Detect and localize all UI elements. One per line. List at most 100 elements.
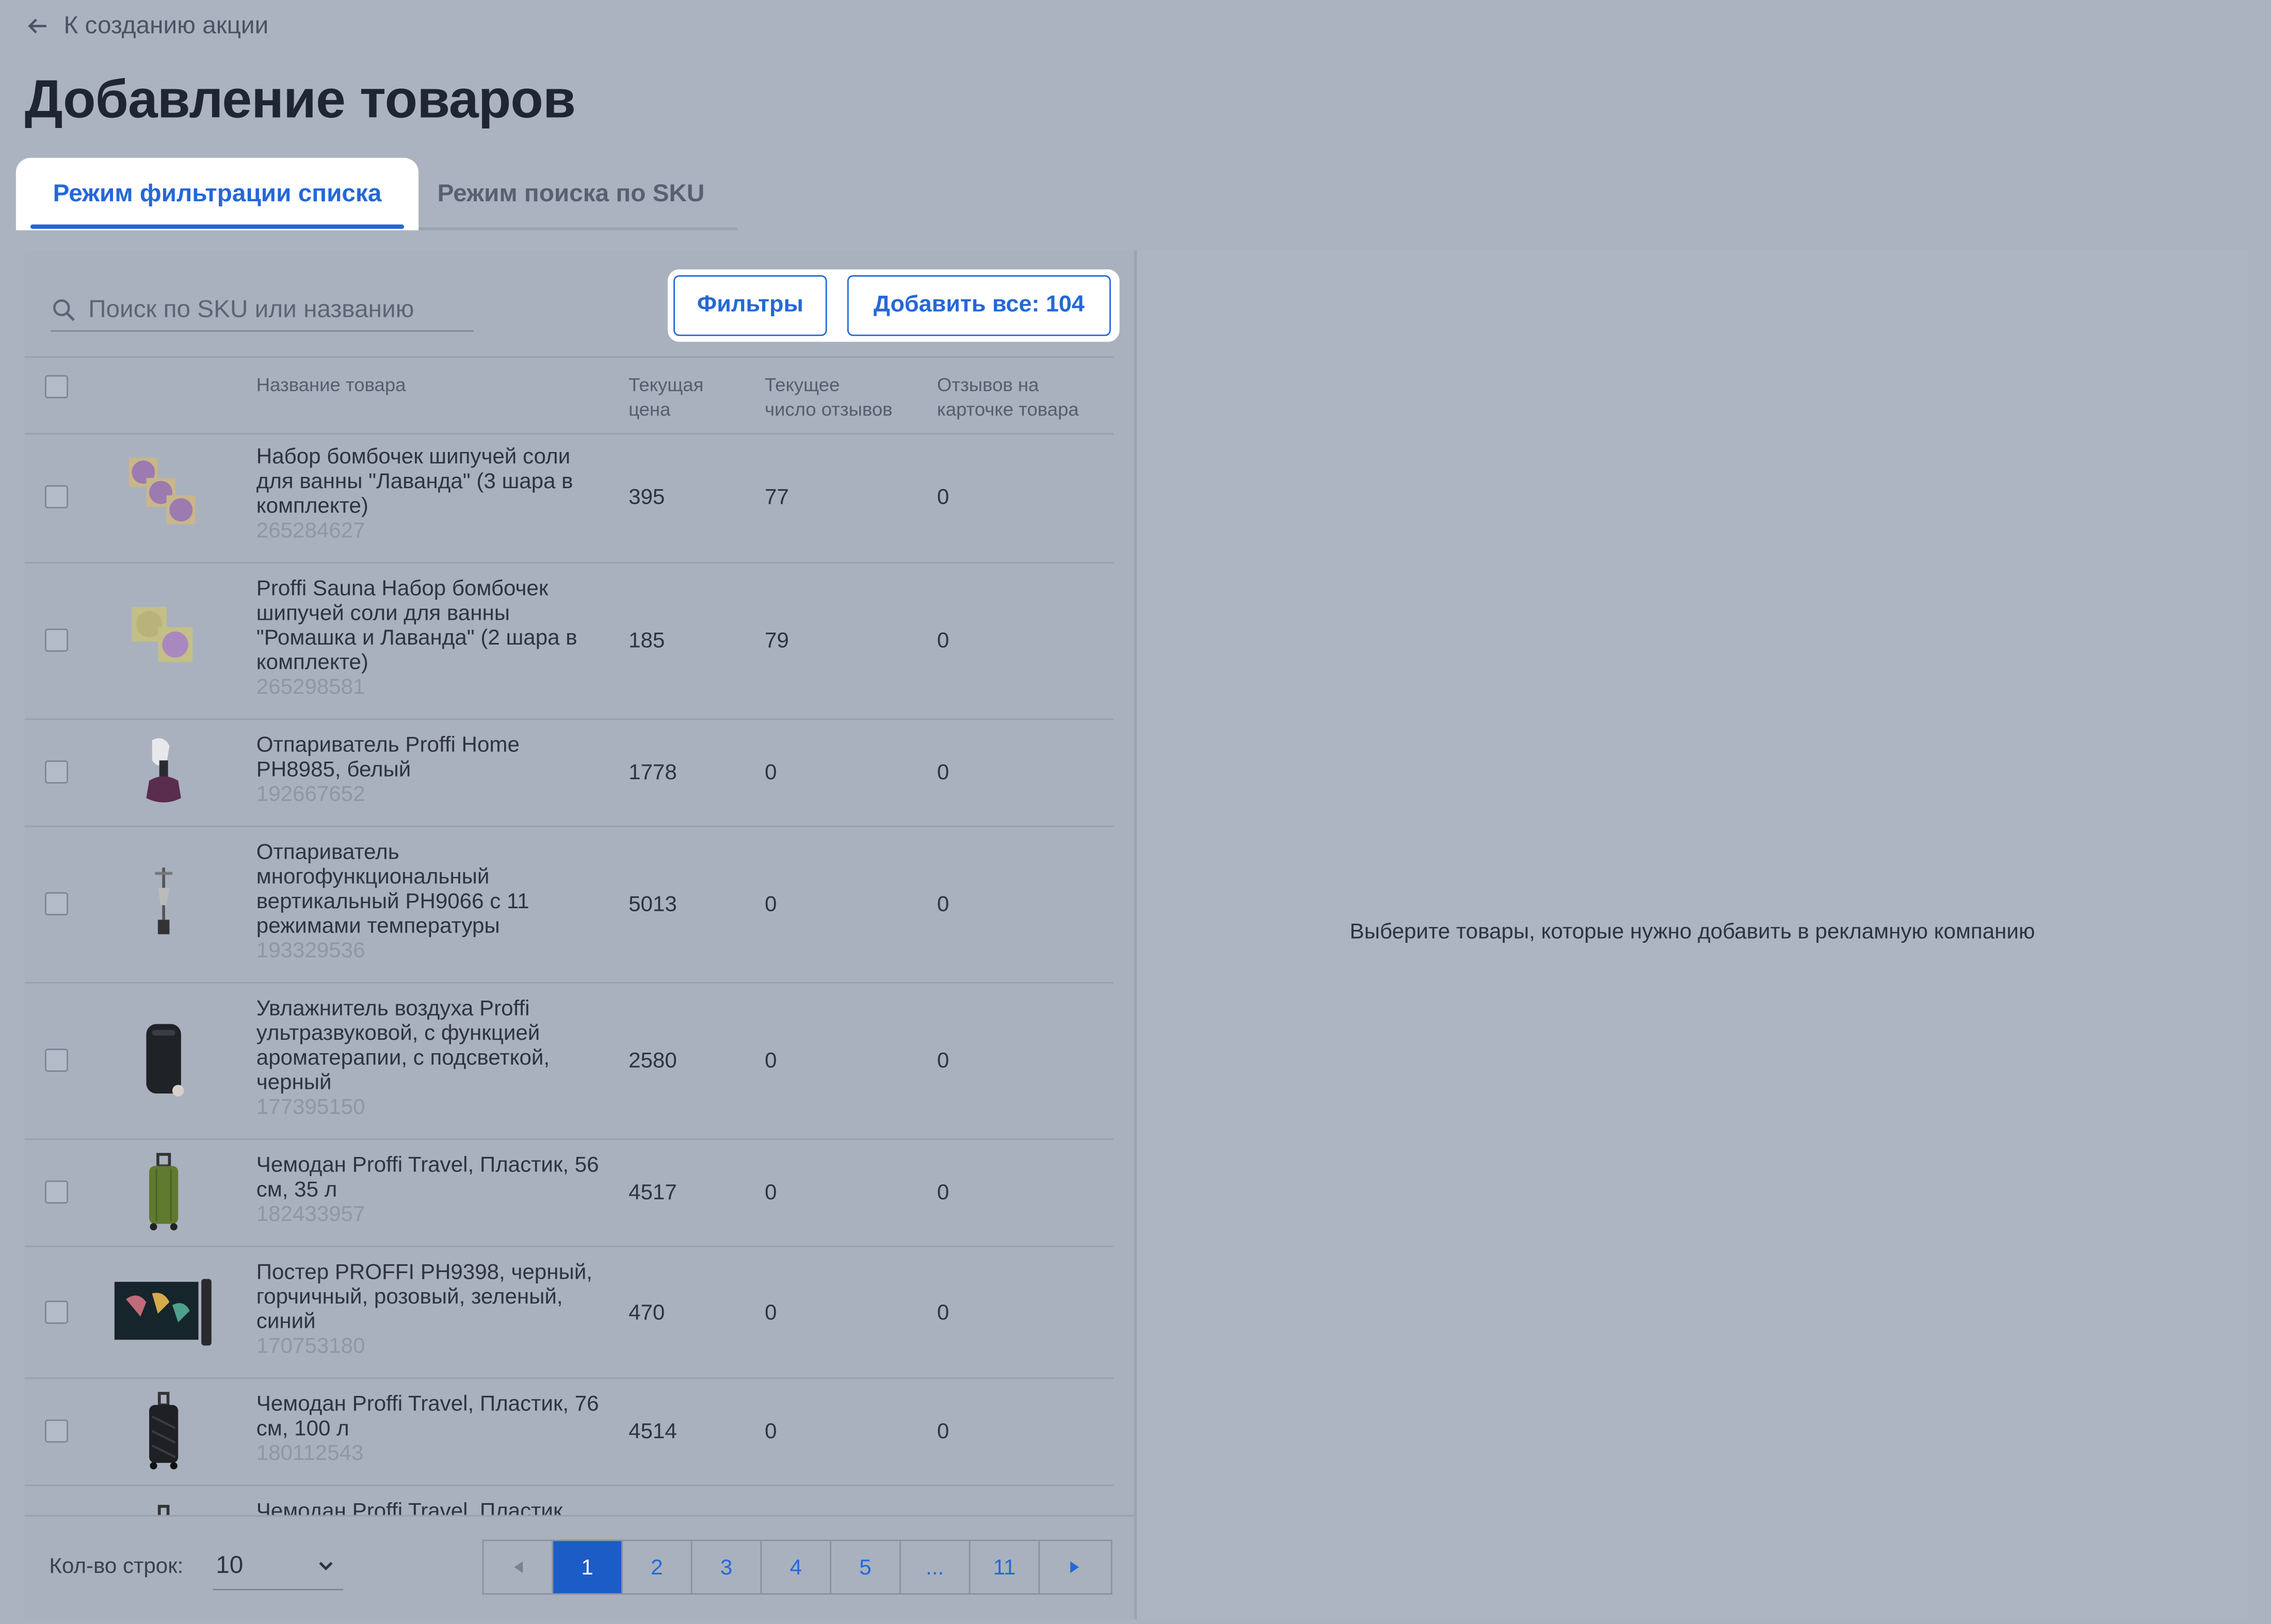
search-icon bbox=[53, 299, 75, 321]
price-cell: 4517 bbox=[629, 1180, 677, 1205]
table-row[interactable]: Увлажнитель воздуха Proffi ультразвуково… bbox=[24, 984, 1114, 1140]
table-row[interactable]: Proffi Sauna Набор бомбочек шипучей соли… bbox=[24, 564, 1114, 720]
header-reviews-line1: Текущее bbox=[764, 374, 840, 396]
back-link-label: К созданию акции bbox=[63, 11, 269, 39]
table-footer: Кол-во строк: 10 1 2 3 4 5 ... 11 bbox=[24, 1515, 1136, 1621]
search-input[interactable] bbox=[88, 295, 465, 325]
product-sku: 192667652 bbox=[256, 782, 365, 807]
product-sku: 170753180 bbox=[256, 1333, 365, 1359]
reviews-cell: 0 bbox=[764, 892, 777, 917]
card-reviews-cell: 0 bbox=[937, 1180, 949, 1205]
header-card-line1: Отзывов на bbox=[937, 374, 1039, 396]
product-sku: 265284627 bbox=[256, 518, 365, 543]
price-cell: 185 bbox=[629, 629, 665, 653]
product-list-panel: Фильтры Добавить все: 104 Название товар… bbox=[24, 250, 1136, 1621]
products-table: Название товара Текущая цена Текущее число… bbox=[24, 356, 1114, 1515]
reviews-cell: 0 bbox=[764, 1419, 777, 1444]
header-card-reviews: Отзывов на карточке товара bbox=[937, 372, 1079, 421]
card-reviews-cell: 0 bbox=[937, 1419, 949, 1444]
page-button-1[interactable]: 1 bbox=[553, 1541, 623, 1594]
table-row[interactable]: Отпариватель многофункциональный вертика… bbox=[24, 827, 1114, 984]
row-checkbox[interactable] bbox=[45, 629, 68, 652]
triangle-left-icon bbox=[513, 1561, 522, 1573]
product-name: Чемодан Proffi Travel, Пластик, 76 см, 1… bbox=[256, 1392, 604, 1466]
pagination: 1 2 3 4 5 ... 11 bbox=[482, 1539, 1113, 1595]
rows-per-page-select[interactable]: 10 bbox=[213, 1542, 344, 1590]
page-ellipsis[interactable]: ... bbox=[901, 1541, 971, 1594]
product-thumbnail bbox=[114, 1279, 212, 1346]
card-reviews-cell: 0 bbox=[937, 1049, 949, 1073]
product-name: Отпариватель Proffi Home PH8985, белый 19… bbox=[256, 733, 604, 807]
action-buttons: Фильтры Добавить все: 104 bbox=[667, 269, 1120, 342]
next-page-button[interactable] bbox=[1040, 1541, 1109, 1593]
tab-sku-search-mode[interactable]: Режим поиска по SKU bbox=[438, 161, 705, 228]
table-row[interactable]: Чемодан Proffi Travel, Пластик, 76 см, 1… bbox=[24, 1379, 1114, 1486]
filters-button[interactable]: Фильтры bbox=[673, 275, 827, 336]
triangle-right-icon bbox=[1070, 1561, 1079, 1573]
header-reviews-line2: число отзывов bbox=[764, 398, 893, 420]
arrow-left-icon bbox=[28, 19, 46, 34]
product-name: Чемодан Proffi Travel, Пластик bbox=[256, 1499, 563, 1515]
page-button-3[interactable]: 3 bbox=[692, 1541, 762, 1594]
tab-filter-mode[interactable]: Режим фильтрации списка bbox=[19, 160, 416, 229]
header-card-line2: карточке товара bbox=[937, 398, 1079, 420]
table-row[interactable]: Набор бомбочек шипучей соли для ванны "Л… bbox=[24, 431, 1114, 564]
reviews-cell: 0 bbox=[764, 1049, 777, 1073]
row-checkbox[interactable] bbox=[45, 485, 68, 509]
page-button-4[interactable]: 4 bbox=[762, 1541, 832, 1594]
product-name: Отпариватель многофункциональный вертика… bbox=[256, 840, 604, 963]
product-name: Увлажнитель воздуха Proffi ультразвуково… bbox=[256, 996, 604, 1120]
rows-per-page-value: 10 bbox=[216, 1551, 244, 1579]
price-cell: 470 bbox=[629, 1300, 665, 1326]
header-price-line2: цена bbox=[629, 398, 671, 420]
row-checkbox[interactable] bbox=[45, 1180, 68, 1204]
price-cell: 1778 bbox=[629, 760, 677, 785]
row-checkbox[interactable] bbox=[45, 1049, 68, 1072]
table-row[interactable]: Постер PROFFI PH9398, черный, горчичный,… bbox=[24, 1247, 1114, 1379]
reviews-cell: 77 bbox=[764, 485, 789, 510]
product-thumbnail bbox=[128, 457, 196, 525]
add-all-button[interactable]: Добавить все: 104 bbox=[847, 275, 1111, 336]
table-row[interactable]: Отпариватель Proffi Home PH8985, белый 19… bbox=[24, 720, 1114, 827]
header-reviews: Текущее число отзывов bbox=[765, 372, 893, 421]
page-button-11[interactable]: 11 bbox=[970, 1541, 1040, 1594]
price-cell: 4514 bbox=[629, 1419, 677, 1444]
empty-selection-message: Выберите товары, которые нужно добавить … bbox=[1349, 920, 2035, 944]
search-field[interactable] bbox=[51, 290, 474, 332]
reviews-cell: 0 bbox=[764, 760, 777, 785]
card-reviews-cell: 0 bbox=[937, 629, 949, 653]
table-row[interactable]: Чемодан Proffi Travel, Пластик, 56 см, 3… bbox=[24, 1140, 1114, 1247]
product-sku: 265298581 bbox=[256, 674, 365, 700]
row-checkbox[interactable] bbox=[45, 892, 68, 915]
product-name: Набор бомбочек шипучей соли для ванны "Л… bbox=[256, 445, 604, 543]
row-checkbox[interactable] bbox=[45, 760, 68, 784]
page-title: Добавление товаров bbox=[24, 69, 576, 129]
select-all-checkbox[interactable] bbox=[45, 375, 68, 398]
product-thumbnail bbox=[132, 607, 193, 662]
page-button-5[interactable]: 5 bbox=[831, 1541, 901, 1594]
header-price: Текущая цена bbox=[629, 372, 703, 421]
prev-page-button[interactable] bbox=[484, 1541, 554, 1594]
back-link[interactable]: К созданию акции bbox=[26, 11, 269, 40]
product-name: Proffi Sauna Набор бомбочек шипучей соли… bbox=[256, 576, 604, 700]
header-name: Название товара bbox=[256, 374, 406, 396]
product-name: Чемодан Proffi Travel, Пластик, 56 см, 3… bbox=[256, 1153, 604, 1227]
chevron-down-icon bbox=[319, 1562, 333, 1571]
product-thumbnail bbox=[146, 1024, 184, 1097]
product-sku: 182433957 bbox=[256, 1202, 365, 1227]
card-reviews-cell: 0 bbox=[937, 760, 949, 785]
product-thumbnail bbox=[149, 1392, 179, 1470]
row-checkbox[interactable] bbox=[45, 1300, 68, 1324]
product-sku: 177395150 bbox=[256, 1095, 365, 1120]
page-button-2[interactable]: 2 bbox=[623, 1541, 692, 1594]
mode-tabs: Режим фильтрации списка Режим поиска по … bbox=[19, 160, 737, 231]
product-thumbnail bbox=[146, 738, 181, 802]
table-row[interactable]: Чемодан Proffi Travel, Пластик bbox=[25, 1486, 1114, 1515]
product-sku: 193329536 bbox=[256, 938, 365, 963]
card-reviews-cell: 0 bbox=[937, 892, 949, 917]
table-header: Название товара Текущая цена Текущее число… bbox=[24, 356, 1114, 435]
row-checkbox[interactable] bbox=[45, 1419, 68, 1443]
price-cell: 5013 bbox=[629, 892, 677, 917]
product-thumbnail bbox=[149, 1153, 179, 1231]
card-reviews-cell: 0 bbox=[937, 485, 949, 510]
